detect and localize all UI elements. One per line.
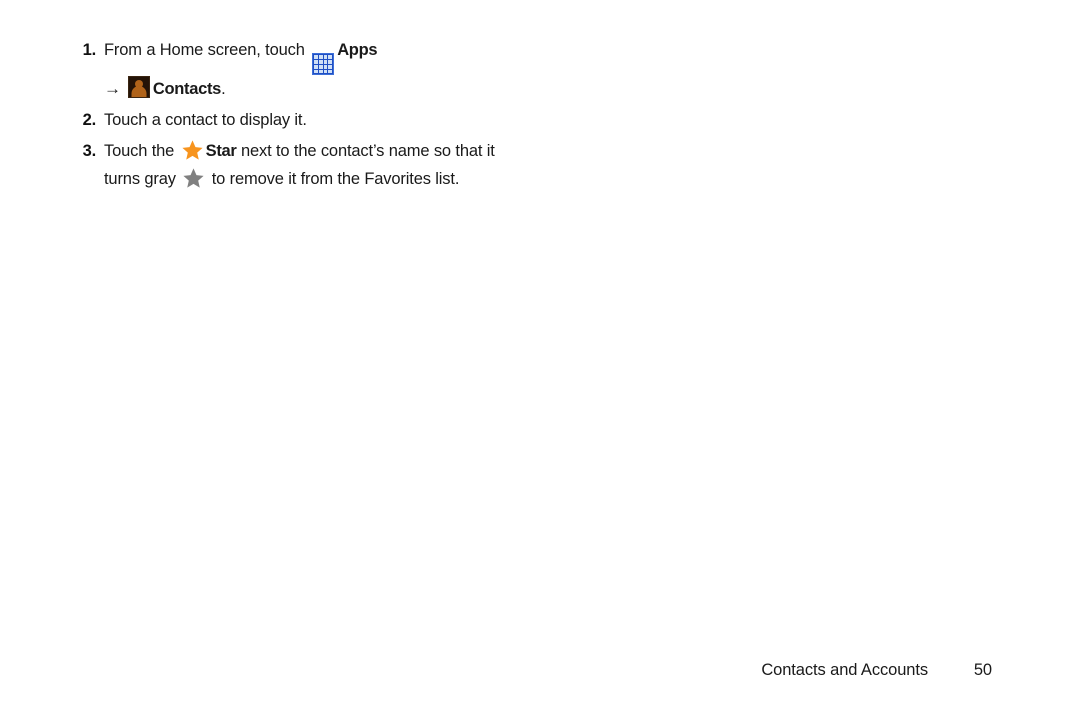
step-line: turns gray to remove it from the Favorit… xyxy=(104,165,702,193)
step-line: From a Home screen, touch Apps xyxy=(104,36,702,76)
footer-section-title: Contacts and Accounts xyxy=(761,661,928,679)
page-footer: Contacts and Accounts 50 xyxy=(0,661,1080,680)
step-text: Touch a contact to display it. xyxy=(104,111,307,130)
step-number: 1. xyxy=(82,41,97,59)
footer-page-number: 50 xyxy=(973,661,992,679)
step-text: From a Home screen, touch xyxy=(104,41,310,59)
instruction-steps-list: 1. From a Home screen, touch Apps → Conta… xyxy=(62,36,702,196)
star-gray-icon xyxy=(183,168,204,188)
step-line: Touch the Star next to the contact’s nam… xyxy=(104,137,702,165)
step-line: Touch a contact to display it. xyxy=(104,106,702,134)
contacts-person-icon xyxy=(127,76,150,99)
apps-grid-cells xyxy=(314,55,333,74)
arrow-right-icon: → xyxy=(104,79,121,99)
list-item: 1. From a Home screen, touch Apps → Conta… xyxy=(62,36,702,103)
step-content: From a Home screen, touch Apps → Contacts… xyxy=(96,36,702,103)
contacts-label: Contacts xyxy=(152,80,222,99)
step-number: 2. xyxy=(82,111,97,130)
step-content: Touch a contact to display it. xyxy=(96,106,702,134)
step-text: to remove it from the Favorites list. xyxy=(207,170,460,189)
list-item: 3. Touch the Star next to the contact’s … xyxy=(62,137,702,193)
step-text: next to the contact’s name so that it xyxy=(236,142,495,161)
step-text: turns gray xyxy=(104,170,181,189)
star-label: Star xyxy=(205,142,237,161)
step-content: Touch the Star next to the contact’s nam… xyxy=(96,137,702,193)
step-number: 3. xyxy=(82,142,97,161)
star-orange-icon xyxy=(182,140,203,160)
manual-page: 1. From a Home screen, touch Apps → Conta… xyxy=(0,0,1080,720)
list-item: 2. Touch a contact to display it. xyxy=(62,106,702,134)
person-body-shape xyxy=(131,86,147,98)
apps-label: Apps xyxy=(337,41,378,59)
step-line: → Contacts. xyxy=(104,75,702,103)
apps-grid-icon xyxy=(312,53,335,76)
step-text: . xyxy=(221,80,226,99)
step-text: Touch the xyxy=(104,142,179,161)
